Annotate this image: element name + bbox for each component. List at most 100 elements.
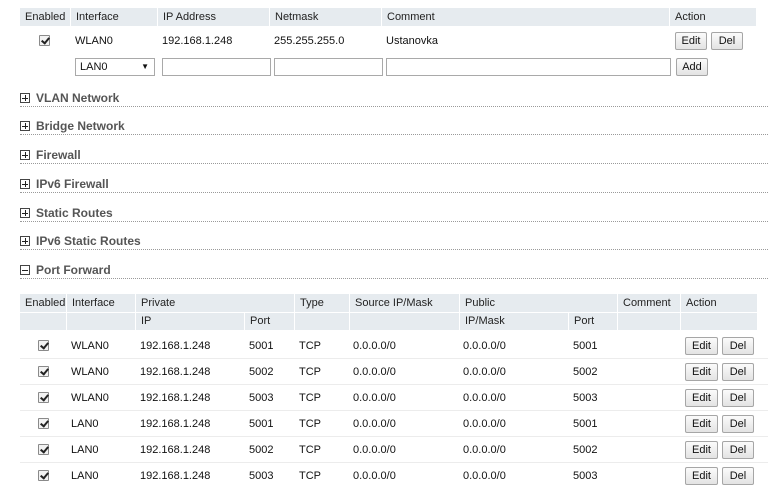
enabled-checkbox[interactable] (39, 35, 50, 46)
private-port-cell: 5003 (249, 392, 274, 404)
section-title: IPv6 Firewall (36, 177, 109, 191)
netmask-input[interactable] (274, 58, 383, 76)
section-title: IPv6 Static Routes (36, 234, 141, 248)
section-title: Port Forward (36, 263, 111, 277)
public-port-cell: 5001 (573, 340, 598, 352)
section-title: VLAN Network (36, 91, 120, 105)
public-port-cell: 5002 (573, 444, 598, 456)
netmask-cell: 255.255.255.0 (274, 35, 345, 47)
enabled-checkbox[interactable] (38, 340, 49, 351)
col-header-ip-address: IP Address (158, 8, 269, 26)
enabled-checkbox[interactable] (38, 392, 49, 403)
source-cell: 0.0.0.0/0 (353, 366, 396, 378)
col-header-public: Public (460, 294, 617, 312)
public-ipmask-cell: 0.0.0.0/0 (463, 392, 506, 404)
section-bridge-network[interactable]: Bridge Network (20, 119, 768, 135)
edit-button[interactable]: Edit (685, 467, 718, 485)
ip-address-cell: 192.168.1.248 (162, 35, 233, 47)
enabled-checkbox[interactable] (38, 418, 49, 429)
interface-select[interactable]: LAN0 ▼ (75, 58, 155, 76)
source-cell: 0.0.0.0/0 (353, 470, 396, 482)
col-header-type: Type (295, 294, 349, 312)
plus-box-icon[interactable] (20, 236, 30, 246)
edit-button[interactable]: Edit (685, 337, 718, 355)
subheader-blank (681, 313, 757, 330)
interface-cell: LAN0 (71, 444, 99, 456)
row-divider (20, 384, 768, 385)
interface-cell: WLAN0 (75, 35, 113, 47)
private-ip-cell: 192.168.1.248 (140, 470, 211, 482)
plus-box-icon[interactable] (20, 93, 30, 103)
section-ipv6-firewall[interactable]: IPv6 Firewall (20, 177, 768, 193)
section-port-forward[interactable]: Port Forward (20, 263, 768, 279)
del-button[interactable]: Del (711, 32, 743, 50)
subheader-blank (295, 313, 349, 330)
col-header-netmask: Netmask (270, 8, 381, 26)
del-button[interactable]: Del (722, 441, 754, 459)
private-port-cell: 5002 (249, 444, 274, 456)
edit-button[interactable]: Edit (685, 415, 718, 433)
subheader-blank (20, 313, 66, 330)
private-ip-cell: 192.168.1.248 (140, 366, 211, 378)
edit-button[interactable]: Edit (685, 441, 718, 459)
section-static-routes[interactable]: Static Routes (20, 206, 768, 222)
private-ip-cell: 192.168.1.248 (140, 392, 211, 404)
interface-cell: LAN0 (71, 470, 99, 482)
public-port-cell: 5001 (573, 418, 598, 430)
public-port-cell: 5002 (573, 366, 598, 378)
col-header-private: Private (136, 294, 294, 312)
public-ipmask-cell: 0.0.0.0/0 (463, 470, 506, 482)
public-ipmask-cell: 0.0.0.0/0 (463, 366, 506, 378)
private-ip-cell: 192.168.1.248 (140, 444, 211, 456)
subheader-private-port: Port (245, 313, 294, 330)
section-title: Bridge Network (36, 119, 125, 133)
interface-select-value: LAN0 (80, 61, 108, 73)
private-ip-cell: 192.168.1.248 (140, 340, 211, 352)
section-vlan-network[interactable]: VLAN Network (20, 91, 768, 107)
minus-box-icon[interactable] (20, 265, 30, 275)
del-button[interactable]: Del (722, 467, 754, 485)
del-button[interactable]: Del (722, 337, 754, 355)
row-divider (20, 358, 768, 359)
plus-box-icon[interactable] (20, 121, 30, 131)
col-header-source: Source IP/Mask (350, 294, 459, 312)
private-port-cell: 5002 (249, 366, 274, 378)
row-divider (20, 462, 768, 463)
section-firewall[interactable]: Firewall (20, 148, 768, 164)
enabled-checkbox[interactable] (38, 366, 49, 377)
edit-button[interactable]: Edit (675, 32, 707, 50)
public-port-cell: 5003 (573, 392, 598, 404)
interface-cell: WLAN0 (71, 366, 109, 378)
comment-input[interactable] (386, 58, 671, 76)
del-button[interactable]: Del (722, 415, 754, 433)
plus-box-icon[interactable] (20, 208, 30, 218)
enabled-checkbox[interactable] (38, 444, 49, 455)
private-port-cell: 5001 (249, 418, 274, 430)
private-port-cell: 5003 (249, 470, 274, 482)
source-cell: 0.0.0.0/0 (353, 392, 396, 404)
interface-cell: WLAN0 (71, 392, 109, 404)
plus-box-icon[interactable] (20, 150, 30, 160)
subheader-blank (618, 313, 680, 330)
type-cell: TCP (299, 392, 321, 404)
col-header-interface: Interface (67, 294, 135, 312)
subheader-public-ipmask: IP/Mask (460, 313, 568, 330)
row-divider (20, 410, 768, 411)
edit-button[interactable]: Edit (685, 389, 718, 407)
row-divider (20, 436, 768, 437)
private-ip-cell: 192.168.1.248 (140, 418, 211, 430)
plus-box-icon[interactable] (20, 179, 30, 189)
edit-button[interactable]: Edit (685, 363, 718, 381)
type-cell: TCP (299, 418, 321, 430)
ip-address-input[interactable] (162, 58, 271, 76)
source-cell: 0.0.0.0/0 (353, 444, 396, 456)
add-button[interactable]: Add (676, 58, 708, 76)
subheader-public-port: Port (569, 313, 617, 330)
del-button[interactable]: Del (722, 389, 754, 407)
interface-cell: WLAN0 (71, 340, 109, 352)
del-button[interactable]: Del (722, 363, 754, 381)
col-header-enabled: Enabled (20, 294, 66, 312)
section-ipv6-static-routes[interactable]: IPv6 Static Routes (20, 234, 768, 250)
enabled-checkbox[interactable] (38, 470, 49, 481)
subheader-blank (350, 313, 459, 330)
